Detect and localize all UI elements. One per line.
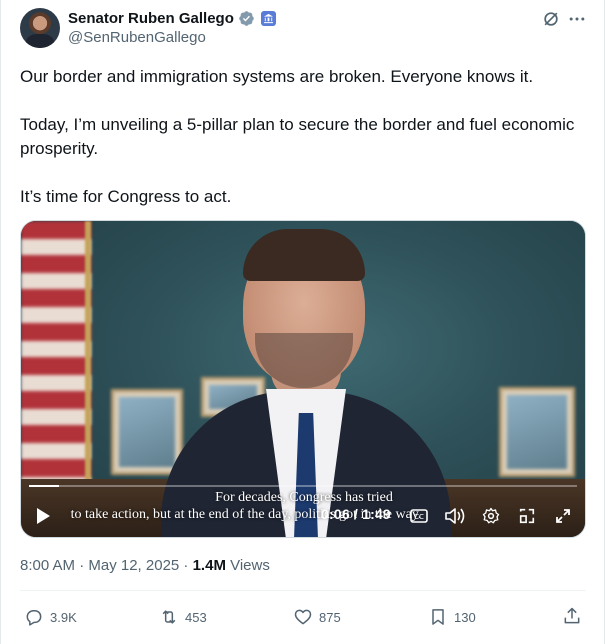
tweet-paragraph: Today, I’m unveiling a 5-pillar plan to … bbox=[20, 115, 575, 158]
like-button[interactable]: 875 bbox=[293, 606, 341, 628]
fullscreen-icon[interactable] bbox=[553, 505, 573, 527]
author-name[interactable]: Senator Ruben Gallego bbox=[68, 10, 234, 27]
views-label: Views bbox=[225, 557, 270, 574]
verified-badge-icon[interactable] bbox=[238, 10, 255, 27]
speaker-hair bbox=[243, 229, 365, 281]
like-icon bbox=[294, 609, 312, 625]
video-caption: For decades, Congress has tried to take … bbox=[21, 489, 585, 523]
play-icon[interactable] bbox=[33, 505, 53, 527]
grok-icon[interactable] bbox=[541, 9, 561, 29]
photo-frame-image bbox=[499, 387, 575, 477]
bookmark-icon bbox=[432, 609, 444, 625]
bookmark-count: 130 bbox=[454, 609, 476, 625]
share-icon[interactable] bbox=[562, 606, 582, 626]
captions-icon[interactable]: CC bbox=[409, 505, 429, 527]
video-player[interactable]: For decades, Congress has tried to take … bbox=[20, 220, 586, 538]
more-icon[interactable] bbox=[567, 9, 587, 29]
reply-button[interactable]: 3.9K bbox=[24, 606, 77, 628]
avatar[interactable] bbox=[20, 8, 60, 48]
tweet-text: Our border and immigration systems are b… bbox=[20, 65, 580, 209]
svg-text:CC: CC bbox=[414, 513, 424, 521]
tweet-paragraph: Our border and immigration systems are b… bbox=[20, 67, 534, 86]
video-progress-fill bbox=[29, 485, 60, 487]
tweet-paragraph: It’s time for Congress to act. bbox=[20, 187, 232, 206]
reply-count: 3.9K bbox=[50, 609, 77, 625]
photo-frame-image bbox=[111, 389, 183, 475]
author-name-row: Senator Ruben Gallego bbox=[68, 8, 276, 28]
government-badge-icon[interactable] bbox=[260, 10, 276, 26]
bookmark-button[interactable]: 130 bbox=[428, 606, 476, 628]
video-progress-bar[interactable] bbox=[29, 485, 577, 487]
reply-icon bbox=[26, 610, 42, 626]
tweet-meta: 8:00 AM · May 12, 2025 · 1.4M Views bbox=[20, 557, 270, 574]
retweet-icon bbox=[162, 610, 176, 624]
video-time: 0:06 / 1:49 bbox=[321, 506, 391, 522]
like-count: 875 bbox=[319, 609, 341, 625]
retweet-button[interactable]: 453 bbox=[159, 606, 207, 628]
author-handle[interactable]: @SenRubenGallego bbox=[68, 29, 206, 46]
views-count: 1.4M bbox=[192, 557, 226, 574]
divider bbox=[20, 590, 586, 591]
pip-icon[interactable] bbox=[517, 505, 537, 527]
retweet-count: 453 bbox=[185, 609, 207, 625]
caption-line: For decades, Congress has tried bbox=[215, 490, 393, 505]
volume-icon[interactable] bbox=[444, 505, 466, 527]
tweet-timestamp[interactable]: 8:00 AM · May 12, 2025 · bbox=[20, 557, 193, 574]
tweet-card: Senator Ruben Gallego @SenRubenGallego O… bbox=[0, 0, 605, 644]
caption-line: to take action, but at the end of the da… bbox=[70, 507, 422, 522]
settings-icon[interactable] bbox=[481, 505, 501, 527]
